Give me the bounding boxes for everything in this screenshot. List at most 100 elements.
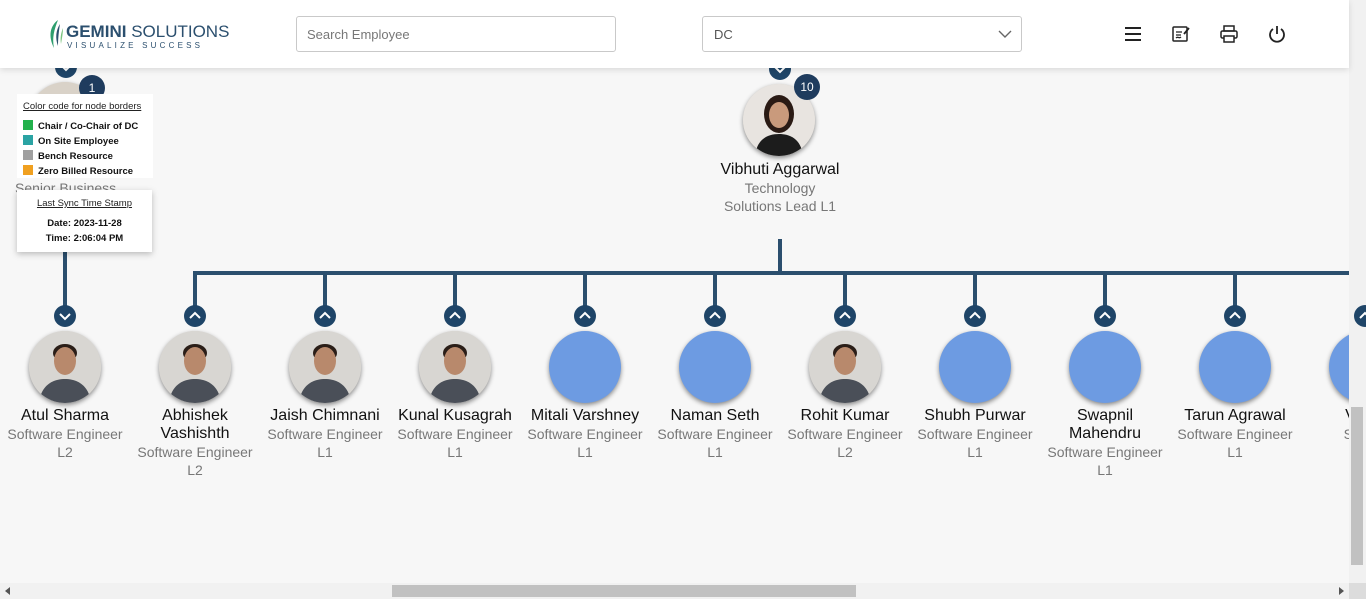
- brand-name: GEMINI SOLUTIONS: [66, 22, 230, 41]
- employee-avatar[interactable]: [549, 331, 621, 403]
- chevron-up-icon: [449, 311, 461, 319]
- expand-toggle-report[interactable]: [964, 305, 986, 327]
- employee-name: Abhishek Vashishth: [160, 407, 230, 442]
- power-icon[interactable]: [1267, 24, 1287, 44]
- collapse-toggle-report[interactable]: [54, 305, 76, 327]
- vertical-scroll-thumb[interactable]: [1351, 407, 1363, 565]
- expand-toggle-report[interactable]: [184, 305, 206, 327]
- chevron-up-icon: [1229, 311, 1241, 319]
- chevron-up-icon: [189, 311, 201, 319]
- manager-name: Vibhuti Aggarwal: [720, 161, 840, 178]
- search-employee-input[interactable]: [296, 16, 616, 52]
- employee-avatar[interactable]: [29, 331, 101, 403]
- horizontal-scrollbar[interactable]: [0, 583, 1349, 599]
- leaf-logo-icon: [50, 20, 63, 48]
- employee-name: Tarun Agrawal: [1184, 407, 1286, 424]
- employee-level: L1: [1227, 444, 1243, 460]
- expand-toggle-report[interactable]: [704, 305, 726, 327]
- expand-toggle-report[interactable]: [1224, 305, 1246, 327]
- employee-avatar[interactable]: [159, 331, 231, 403]
- employee-info: Rohit Kumar Software Engineer L2: [780, 407, 910, 461]
- scrollbar-corner: [1349, 583, 1366, 599]
- chevron-up-icon: [579, 311, 591, 319]
- employee-avatar[interactable]: [939, 331, 1011, 403]
- horizontal-scroll-thumb[interactable]: [392, 585, 856, 597]
- legend-item: On Site Employee: [23, 135, 119, 147]
- employee-info: Tarun Agrawal Software Engineer L1: [1170, 407, 1300, 461]
- person-photo-icon: [159, 331, 231, 403]
- scroll-left-icon[interactable]: [4, 587, 12, 595]
- chevron-up-icon: [709, 311, 721, 319]
- employee-name: Kunal Kusagrah: [398, 407, 512, 424]
- employee-role: Software Engineer: [917, 426, 1033, 442]
- employee-name: Jaish Chimnani: [270, 407, 380, 424]
- employee-level: L2: [57, 444, 73, 460]
- chevron-up-icon: [839, 311, 851, 319]
- employee-role: Software Engineer: [787, 426, 903, 442]
- gemini-logo[interactable]: GEMINI SOLUTIONS VISUALIZE SUCCESS: [46, 16, 229, 52]
- employee-role: Software Engineer: [1047, 444, 1163, 460]
- employee-info: Atul Sharma Software Engineer L2: [0, 407, 130, 461]
- connector-horizontal: [193, 271, 1349, 275]
- employee-avatar[interactable]: [809, 331, 881, 403]
- menu-icon[interactable]: [1123, 24, 1143, 44]
- dc-select[interactable]: DC: [702, 16, 1022, 52]
- swatch-teal: [23, 135, 33, 145]
- legend-title: Color code for node borders: [23, 101, 142, 112]
- brand-tagline: VISUALIZE SUCCESS: [67, 41, 204, 50]
- legend-item: Chair / Co-Chair of DC: [23, 120, 138, 132]
- manager-role-level: Solutions Lead L1: [723, 198, 837, 214]
- employee-role: Software Engineer: [267, 426, 383, 442]
- employee-name: Rohit Kumar: [800, 407, 890, 424]
- employee-level: L1: [967, 444, 983, 460]
- expand-toggle-report[interactable]: [834, 305, 856, 327]
- sign-icon[interactable]: [1171, 24, 1191, 44]
- employee-avatar[interactable]: [289, 331, 361, 403]
- employee-avatar[interactable]: [679, 331, 751, 403]
- employee-avatar[interactable]: [1069, 331, 1141, 403]
- employee-name: Shubh Purwar: [924, 407, 1026, 424]
- sync-timestamp-box: Last Sync Time Stamp Date: 2023-11-28 Ti…: [17, 190, 152, 252]
- employee-level: L1: [317, 444, 333, 460]
- employee-info: Swapnil Mahendru Software Engineer L1: [1040, 407, 1170, 479]
- employee-role: Software Engineer: [657, 426, 773, 442]
- expand-toggle-report[interactable]: [314, 305, 336, 327]
- dc-select-value: DC: [714, 27, 733, 42]
- employee-level: L2: [187, 462, 203, 478]
- expand-toggle-report[interactable]: [1094, 305, 1116, 327]
- expand-toggle-report[interactable]: [444, 305, 466, 327]
- print-icon[interactable]: [1219, 24, 1239, 44]
- employee-level: L1: [447, 444, 463, 460]
- employee-info: Abhishek Vashishth Software Engineer L2: [130, 407, 260, 479]
- app-header: GEMINI SOLUTIONS VISUALIZE SUCCESS DC: [0, 0, 1349, 68]
- scroll-right-icon[interactable]: [1337, 587, 1345, 595]
- chevron-up-icon: [1359, 311, 1366, 319]
- chevron-down-icon: [998, 30, 1012, 38]
- employee-avatar[interactable]: [1199, 331, 1271, 403]
- person-photo-icon: [29, 331, 101, 403]
- employee-name: Mitali Varshney: [530, 407, 640, 424]
- swatch-gray: [23, 150, 33, 160]
- manager-info: Vibhuti Aggarwal Technology Solutions Le…: [700, 161, 860, 215]
- employee-level: L1: [577, 444, 593, 460]
- chevron-up-icon: [969, 311, 981, 319]
- chevron-down-icon: [59, 313, 71, 321]
- color-legend: Color code for node borders Chair / Co-C…: [17, 94, 153, 178]
- employee-level: L2: [837, 444, 853, 460]
- chevron-up-icon: [319, 311, 331, 319]
- employee-level: L1: [1097, 462, 1113, 478]
- employee-name: Swapnil Mahendru: [1068, 407, 1142, 442]
- swatch-orange: [23, 165, 33, 175]
- person-photo-icon: [419, 331, 491, 403]
- swatch-green: [23, 120, 33, 130]
- person-photo-icon: [289, 331, 361, 403]
- employee-name: Atul Sharma: [20, 407, 110, 424]
- chevron-up-icon: [1099, 311, 1111, 319]
- employee-avatar[interactable]: [419, 331, 491, 403]
- sync-date: Date: 2023-11-28: [47, 218, 122, 229]
- expand-toggle-report[interactable]: [574, 305, 596, 327]
- employee-info: Mitali Varshney Software Engineer L1: [520, 407, 650, 461]
- vertical-scrollbar[interactable]: [1349, 0, 1366, 583]
- employee-role: Software Engineer: [397, 426, 513, 442]
- manager-role: Technology: [744, 180, 816, 196]
